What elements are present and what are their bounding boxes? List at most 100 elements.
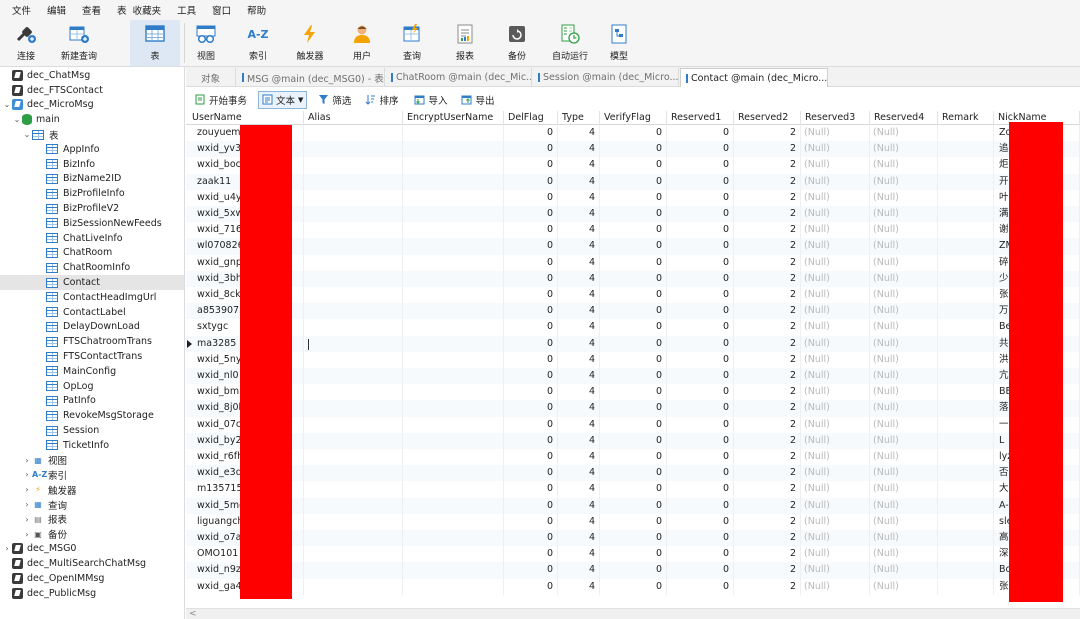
index-button[interactable]: A-Z 索引 xyxy=(240,20,276,66)
cell-verifyflag[interactable]: 0 xyxy=(600,562,667,579)
cell-delflag[interactable]: 0 xyxy=(504,449,558,466)
cell-reserved4[interactable]: (Null) xyxy=(870,546,938,563)
cell-alias[interactable] xyxy=(304,400,403,417)
cell-reserved2[interactable]: 2 xyxy=(734,368,801,385)
cell-verifyflag[interactable]: 0 xyxy=(600,449,667,466)
column-header-verifyflag[interactable]: VerifyFlag xyxy=(600,111,667,125)
cell-type[interactable]: 4 xyxy=(558,449,600,466)
cell-reserved4[interactable]: (Null) xyxy=(870,368,938,385)
tree-table-chatroominfo[interactable]: ChatRoomInfo xyxy=(0,260,184,275)
tree-table-oplog[interactable]: OpLog xyxy=(0,379,184,394)
cell-reserved4[interactable]: (Null) xyxy=(870,270,938,287)
cell-reserved2[interactable]: 2 xyxy=(734,238,801,255)
cell-delflag[interactable]: 0 xyxy=(504,189,558,206)
cell-delflag[interactable]: 0 xyxy=(504,384,558,401)
cell-reserved2[interactable]: 2 xyxy=(734,319,801,336)
cell-verifyflag[interactable]: 0 xyxy=(600,125,667,142)
cell-reserved3[interactable]: (Null) xyxy=(801,157,870,174)
cell-alias[interactable] xyxy=(304,530,403,547)
cell-reserved4[interactable]: (Null) xyxy=(870,578,938,595)
cell-remark[interactable] xyxy=(938,351,994,368)
cell-reserved3[interactable]: (Null) xyxy=(801,546,870,563)
cell-reserved1[interactable]: 0 xyxy=(667,546,734,563)
cell-alias[interactable] xyxy=(304,125,403,142)
cell-alias[interactable] xyxy=(304,254,403,271)
tree-group-4[interactable]: › ▤ 报表 xyxy=(0,512,184,527)
cell-reserved4[interactable]: (Null) xyxy=(870,254,938,271)
cell-delflag[interactable]: 0 xyxy=(504,432,558,449)
cell-reserved3[interactable]: (Null) xyxy=(801,125,870,142)
column-header-alias[interactable]: Alias xyxy=(304,111,403,125)
cell-alias[interactable] xyxy=(304,449,403,466)
table-row[interactable]: zouyuemi 0 4 0 0 2 (Null) (Null) Zo xyxy=(186,125,1080,142)
table-row[interactable]: wxid_boc 0 4 0 0 2 (Null) (Null) 炬 xyxy=(186,157,1080,174)
cell-verifyflag[interactable]: 0 xyxy=(600,497,667,514)
cell-alias[interactable] xyxy=(304,384,403,401)
cell-delflag[interactable]: 0 xyxy=(504,351,558,368)
cell-encrypt-username[interactable] xyxy=(403,416,504,433)
cell-reserved1[interactable]: 0 xyxy=(667,578,734,595)
cell-reserved1[interactable]: 0 xyxy=(667,449,734,466)
cell-reserved4[interactable]: (Null) xyxy=(870,335,938,352)
cell-reserved3[interactable]: (Null) xyxy=(801,449,870,466)
cell-reserved3[interactable]: (Null) xyxy=(801,513,870,530)
cell-delflag[interactable]: 0 xyxy=(504,125,558,142)
cell-alias[interactable] xyxy=(304,206,403,223)
cell-reserved3[interactable]: (Null) xyxy=(801,206,870,223)
table-row[interactable]: wxid_5ny 0 4 0 0 2 (Null) (Null) 洪 xyxy=(186,351,1080,368)
cell-encrypt-username[interactable] xyxy=(403,578,504,595)
table-row[interactable]: sxtygc 0 4 0 0 2 (Null) (Null) Be xyxy=(186,319,1080,336)
tree-group-5[interactable]: › ▣ 备份 xyxy=(0,527,184,542)
table-row[interactable]: wxid_r6fh 0 4 0 0 2 (Null) (Null) lyz xyxy=(186,449,1080,466)
cell-reserved3[interactable]: (Null) xyxy=(801,303,870,320)
chevron-right-icon[interactable]: › xyxy=(22,485,32,494)
chevron-down-icon[interactable]: ⌄ xyxy=(12,115,22,124)
cell-encrypt-username[interactable] xyxy=(403,481,504,498)
cell-verifyflag[interactable]: 0 xyxy=(600,400,667,417)
cell-encrypt-username[interactable] xyxy=(403,319,504,336)
tree-table-mainconfig[interactable]: MainConfig xyxy=(0,364,184,379)
cell-encrypt-username[interactable] xyxy=(403,335,504,352)
cell-reserved1[interactable]: 0 xyxy=(667,530,734,547)
cell-reserved1[interactable]: 0 xyxy=(667,319,734,336)
table-button[interactable]: 表 xyxy=(130,20,180,66)
cell-type[interactable]: 4 xyxy=(558,125,600,142)
cell-alias[interactable] xyxy=(304,513,403,530)
cell-alias[interactable] xyxy=(304,578,403,595)
cell-reserved4[interactable]: (Null) xyxy=(870,222,938,239)
cell-reserved3[interactable]: (Null) xyxy=(801,465,870,482)
cell-reserved3[interactable]: (Null) xyxy=(801,481,870,498)
cell-delflag[interactable]: 0 xyxy=(504,270,558,287)
begin-transaction-button[interactable]: 开始事务 xyxy=(192,91,250,109)
cell-delflag[interactable]: 0 xyxy=(504,254,558,271)
cell-alias[interactable] xyxy=(304,238,403,255)
cell-reserved4[interactable]: (Null) xyxy=(870,319,938,336)
tree-table-chatroom[interactable]: ChatRoom xyxy=(0,246,184,261)
cell-encrypt-username[interactable] xyxy=(403,465,504,482)
cell-reserved4[interactable]: (Null) xyxy=(870,384,938,401)
table-row[interactable]: wxid_nl0 0 4 0 0 2 (Null) (Null) 亢 xyxy=(186,368,1080,385)
cell-delflag[interactable]: 0 xyxy=(504,513,558,530)
cell-remark[interactable] xyxy=(938,141,994,158)
cell-reserved1[interactable]: 0 xyxy=(667,141,734,158)
cell-reserved2[interactable]: 2 xyxy=(734,270,801,287)
tree-bottom-db-1[interactable]: dec_MultiSearchChatMsg xyxy=(0,556,184,571)
cell-reserved4[interactable]: (Null) xyxy=(870,481,938,498)
menu-window[interactable]: 窗口 xyxy=(204,3,239,17)
dropdown-caret-icon[interactable]: ▼ xyxy=(298,96,303,104)
cell-verifyflag[interactable]: 0 xyxy=(600,141,667,158)
cell-encrypt-username[interactable] xyxy=(403,141,504,158)
cell-encrypt-username[interactable] xyxy=(403,189,504,206)
cell-verifyflag[interactable]: 0 xyxy=(600,481,667,498)
cell-reserved2[interactable]: 2 xyxy=(734,303,801,320)
cell-type[interactable]: 4 xyxy=(558,497,600,514)
cell-reserved4[interactable]: (Null) xyxy=(870,141,938,158)
cell-reserved2[interactable]: 2 xyxy=(734,432,801,449)
cell-alias[interactable] xyxy=(304,416,403,433)
tree-group-tables[interactable]: ⌄ 表 xyxy=(0,127,184,142)
cell-type[interactable]: 4 xyxy=(558,319,600,336)
cell-reserved1[interactable]: 0 xyxy=(667,206,734,223)
cell-encrypt-username[interactable] xyxy=(403,530,504,547)
cell-reserved3[interactable]: (Null) xyxy=(801,222,870,239)
cell-type[interactable]: 4 xyxy=(558,432,600,449)
